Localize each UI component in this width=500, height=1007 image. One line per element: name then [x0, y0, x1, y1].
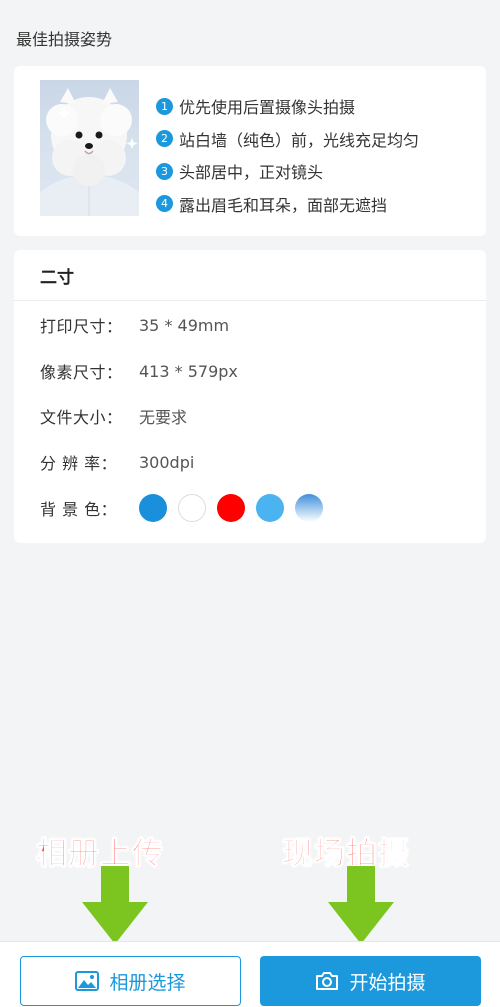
- tip-text: 露出眉毛和耳朵，面部无遮挡: [179, 195, 388, 215]
- tip-text: 优先使用后置摄像头拍摄: [179, 98, 356, 118]
- tip-number-icon: 3: [156, 162, 173, 180]
- tip-number-icon: 2: [156, 130, 173, 148]
- spec-value: 无要求: [139, 408, 188, 427]
- bg-color-swatch[interactable]: [178, 494, 206, 522]
- spec-value: 35 * 49mm: [139, 315, 230, 335]
- spec-value: 300dpi: [139, 452, 195, 472]
- spec-title: 二寸: [14, 250, 486, 301]
- tip-text: 头部居中，正对镜头: [179, 163, 324, 183]
- spec-row-resolution: 分 辨 率： 300dpi: [40, 447, 194, 477]
- album-select-button[interactable]: 相册选择: [20, 956, 241, 1006]
- spec-row-print-size: 打印尺寸： 35 * 49mm: [40, 310, 229, 340]
- section-title: 最佳拍摄姿势: [16, 30, 113, 49]
- tip-number-icon: 1: [156, 97, 173, 115]
- spec-label: 背 景 色：: [40, 500, 118, 519]
- bg-color-swatches: [139, 494, 334, 522]
- bg-color-swatch[interactable]: [256, 494, 284, 522]
- tip-item: 2 站白墙（纯色）前，光线充足均匀: [156, 123, 419, 156]
- sample-photo: [40, 80, 139, 216]
- camera-icon: [315, 971, 339, 991]
- down-arrow-icon: [82, 866, 148, 944]
- spec-label: 分 辨 率：: [40, 454, 118, 473]
- bg-color-swatch[interactable]: [217, 494, 245, 522]
- tip-number-icon: 4: [156, 195, 173, 213]
- start-shooting-button[interactable]: 开始拍摄: [260, 956, 481, 1006]
- bg-color-swatch[interactable]: [139, 494, 167, 522]
- spec-row-bg-color: 背 景 色：: [40, 493, 334, 523]
- image-icon: [75, 971, 100, 991]
- spec-row-file-size: 文件大小： 无要求: [40, 401, 187, 431]
- tips-list: 1 优先使用后置摄像头拍摄 2 站白墙（纯色）前，光线充足均匀 3 头部居中，正…: [156, 90, 419, 220]
- spec-label: 文件大小：: [40, 408, 123, 427]
- tip-item: 3 头部居中，正对镜头: [156, 155, 419, 188]
- spec-row-pixel-size: 像素尺寸： 413 * 579px: [40, 356, 238, 386]
- bg-color-swatch[interactable]: [295, 494, 323, 522]
- tips-card: 1 优先使用后置摄像头拍摄 2 站白墙（纯色）前，光线充足均匀 3 头部居中，正…: [14, 66, 486, 236]
- spec-label: 打印尺寸：: [40, 317, 123, 336]
- spec-value: 413 * 579px: [139, 361, 238, 381]
- spec-card: 二寸 打印尺寸： 35 * 49mm 像素尺寸： 413 * 579px 文件大…: [14, 250, 486, 543]
- tip-item: 1 优先使用后置摄像头拍摄: [156, 90, 419, 123]
- start-shooting-label: 开始拍摄: [349, 971, 426, 994]
- bottom-action-bar: 相册选择 开始拍摄: [0, 941, 500, 1007]
- album-select-label: 相册选择: [109, 971, 186, 994]
- tip-text: 站白墙（纯色）前，光线充足均匀: [179, 130, 420, 150]
- sample-photo-image: [40, 88, 139, 216]
- tip-item: 4 露出眉毛和耳朵，面部无遮挡: [156, 188, 419, 221]
- down-arrow-icon: [328, 866, 394, 944]
- spec-label: 像素尺寸：: [40, 363, 123, 382]
